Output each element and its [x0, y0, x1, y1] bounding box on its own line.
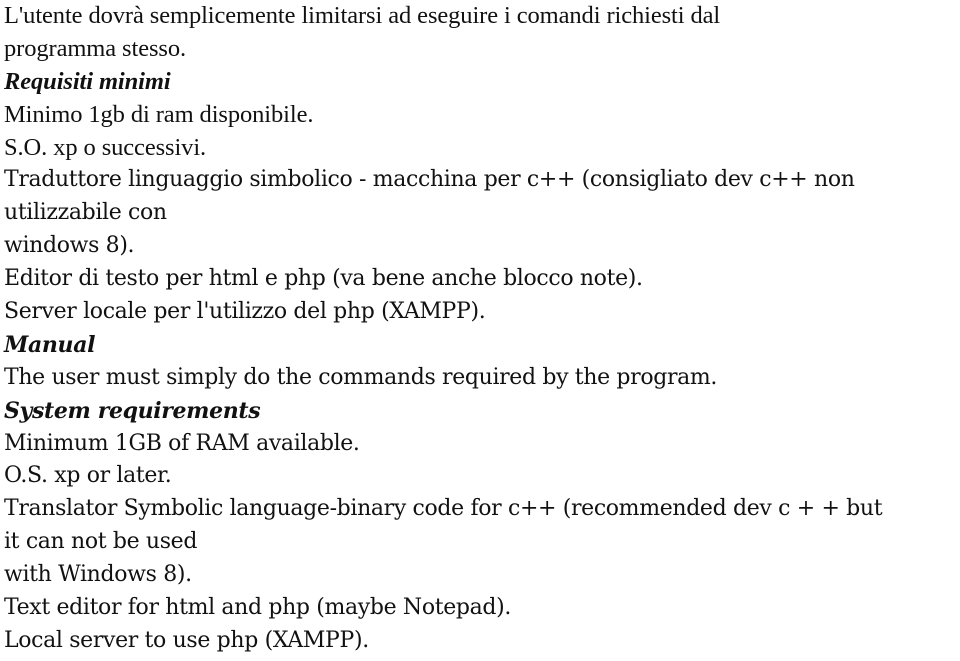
document-body: L'utente dovrà semplicemente limitarsi a… — [4, 0, 960, 658]
requirement-translator-en: Translator Symbolic language-binary code… — [4, 496, 883, 522]
requirement-editor-en: Text editor for html and php (maybe Note… — [4, 595, 511, 621]
intro-text-line: L'utente dovrà semplicemente limitarsi a… — [4, 2, 721, 29]
requirement-os-en: O.S. xp or later. — [4, 463, 172, 489]
requirement-translator-en: with Windows 8). — [4, 562, 192, 588]
requirement-translator-it: Traduttore linguaggio simbolico - macchi… — [4, 167, 855, 193]
requirement-os-it: S.O. xp o successivi. — [4, 133, 207, 161]
requirements-heading-it: Requisiti minimi — [4, 67, 171, 95]
manual-text: The user must simply do the commands req… — [4, 364, 718, 390]
requirement-editor-it: Editor di testo per html e php (va bene … — [4, 266, 643, 292]
requirement-server-it: Server locale per l'utilizzo del php (XA… — [4, 299, 486, 325]
requirements-heading-en: System requirements — [4, 397, 261, 424]
manual-heading: Manual — [4, 331, 96, 358]
requirement-translator-en: it can not be used — [4, 529, 198, 555]
requirement-ram-en: Minimum 1GB of RAM available. — [4, 430, 360, 456]
requirement-server-en: Local server to use php (XAMPP). — [4, 627, 369, 653]
requirement-ram-it: Minimo 1gb di ram disponibile. — [4, 100, 314, 128]
intro-text-line: programma stesso. — [4, 34, 187, 62]
requirement-translator-it: windows 8). — [4, 233, 135, 259]
requirement-translator-it: utilizzabile con — [4, 200, 167, 226]
